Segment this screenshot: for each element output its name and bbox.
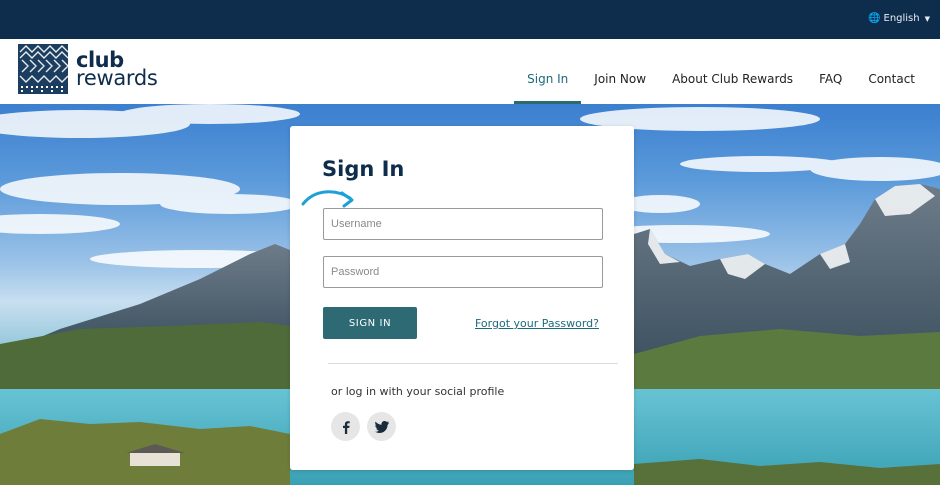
nav-item-join-now[interactable]: Join Now [581, 39, 659, 104]
forgot-password-link[interactable]: Forgot your Password? [475, 317, 599, 330]
password-input[interactable] [323, 256, 603, 288]
nav-item-sign-in[interactable]: Sign In [514, 39, 582, 104]
nav-item-about[interactable]: About Club Rewards [659, 39, 806, 104]
logo-wordmark: club rewards [76, 50, 158, 90]
sign-in-title: Sign In [322, 157, 405, 181]
caret-down-icon: ▼ [924, 14, 930, 23]
curved-arrow-icon [301, 190, 354, 208]
main-nav: Sign In Join Now About Club Rewards FAQ … [514, 39, 940, 104]
logo-line-2: rewards [76, 66, 158, 90]
language-label: English [883, 13, 920, 24]
main-header: club rewards Sign In Join Now About Club… [0, 39, 940, 104]
language-selector[interactable]: 🌐 English ▼ [868, 13, 930, 24]
globe-icon: 🌐 [868, 13, 881, 24]
top-bar: 🌐 English ▼ [0, 0, 940, 39]
nav-item-contact[interactable]: Contact [855, 39, 940, 104]
nav-item-faq[interactable]: FAQ [806, 39, 855, 104]
sign-in-button[interactable]: SIGN IN [323, 307, 417, 339]
username-input[interactable] [323, 208, 603, 240]
club-rewards-logo[interactable]: club rewards [18, 44, 158, 94]
social-login-label: or log in with your social profile [331, 385, 505, 398]
sign-in-card: Sign In SIGN IN Forgot your Password? or… [290, 126, 634, 470]
logo-pattern-icon [18, 44, 68, 94]
twitter-login-button[interactable] [367, 412, 396, 441]
facebook-icon [342, 420, 350, 434]
divider [328, 363, 618, 364]
facebook-login-button[interactable] [331, 412, 360, 441]
twitter-icon [374, 420, 389, 433]
